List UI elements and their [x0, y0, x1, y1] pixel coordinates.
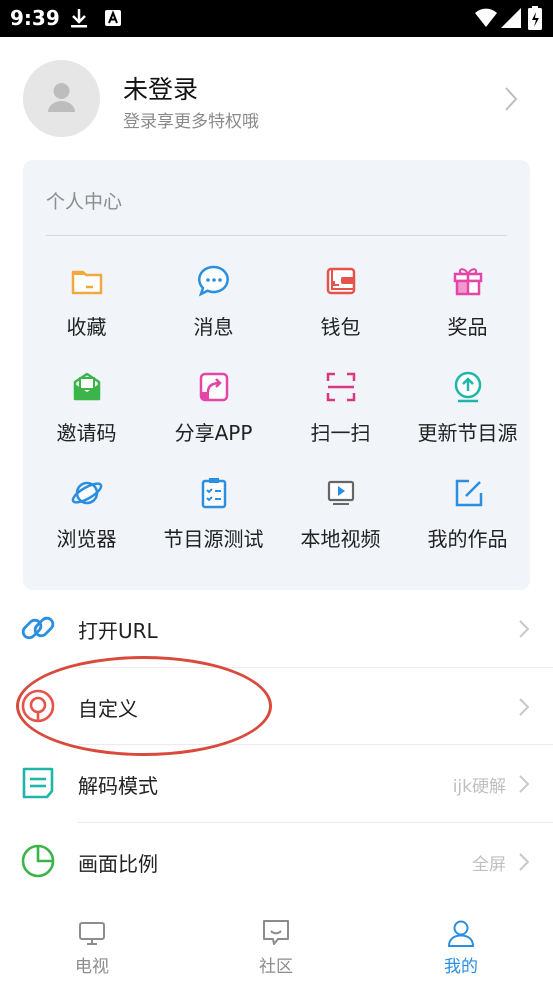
tv-icon [79, 922, 105, 945]
grid-item-share-app[interactable]: 分享APP [150, 370, 277, 470]
envelope-icon [73, 372, 101, 401]
aspect-ratio-row[interactable]: 画面比例 全屏 [0, 823, 553, 900]
profile-subtitle: 登录享更多特权哦 [123, 112, 259, 132]
grid-item-favorites[interactable]: 收藏 [23, 264, 150, 364]
notification-a-icon [105, 10, 121, 26]
grid-item-browser[interactable]: 浏览器 [23, 476, 150, 576]
folder-icon [71, 270, 103, 295]
wallet-icon [326, 267, 356, 295]
decode-mode-row[interactable]: 解码模式 ijk硬解 [0, 745, 553, 822]
avatar[interactable] [23, 60, 100, 137]
status-bar: 9:39 [0, 0, 553, 37]
user-placeholder-icon [48, 83, 75, 112]
grid-item-my-works[interactable]: 我的作品 [404, 476, 531, 576]
profile-name: 未登录 [123, 75, 199, 104]
grid-item-scan[interactable]: 扫一扫 [277, 370, 404, 470]
scan-icon [326, 372, 356, 402]
open-url-label: 打开URL [78, 619, 158, 643]
grid-item-messages[interactable]: 消息 [150, 264, 277, 364]
message-icon [198, 265, 229, 297]
highlight-annotation [16, 656, 272, 756]
battery-icon [528, 6, 542, 30]
aspect-ratio-value: 全屏 [472, 855, 506, 875]
tab-mine[interactable]: 我的 [401, 899, 521, 984]
share-icon [199, 372, 229, 402]
video-icon [327, 480, 355, 505]
aspect-ratio-label: 画面比例 [78, 852, 158, 876]
decode-icon [22, 767, 54, 799]
chevron-right-icon [519, 853, 529, 871]
gift-icon [453, 268, 483, 296]
bottom-tab-bar: 电视 社区 我的 [0, 899, 553, 984]
chevron-right-icon [519, 698, 529, 716]
personal-center-card: 个人中心 收藏 消息 钱包 奖品 邀请码 分享APP 扫一扫 更新节目源 浏览器… [23, 160, 530, 590]
grid-item-update-source[interactable]: 更新节目源 [404, 370, 531, 470]
grid-item-wallet[interactable]: 钱包 [277, 264, 404, 364]
download-icon [71, 9, 87, 28]
link-icon [21, 616, 55, 640]
user-icon [447, 920, 475, 947]
open-url-row[interactable]: 打开URL [0, 590, 553, 667]
planet-icon [71, 481, 103, 505]
profile-header[interactable]: 未登录 登录享更多特权哦 [0, 37, 553, 160]
grid-item-prizes[interactable]: 奖品 [404, 264, 531, 364]
grid-item-invite-code[interactable]: 邀请码 [23, 370, 150, 470]
status-time: 9:39 [10, 6, 60, 30]
wifi-icon [475, 8, 497, 27]
chevron-right-icon [519, 775, 529, 793]
card-divider [46, 235, 507, 236]
chevron-right-icon [505, 87, 518, 111]
grid-item-local-video[interactable]: 本地视频 [277, 476, 404, 576]
upload-icon [454, 371, 482, 403]
checklist-icon [201, 478, 227, 509]
decode-mode-label: 解码模式 [78, 774, 158, 798]
chat-icon [263, 920, 289, 945]
edit-icon [455, 479, 483, 507]
pie-chart-icon [21, 844, 55, 878]
signal-icon [501, 8, 521, 28]
chevron-right-icon [519, 620, 529, 638]
grid-item-source-test[interactable]: 节目源测试 [150, 476, 277, 576]
decode-mode-value: ijk硬解 [452, 777, 506, 797]
card-title: 个人中心 [46, 191, 123, 213]
tab-community[interactable]: 社区 [216, 899, 336, 984]
tab-tv[interactable]: 电视 [32, 899, 152, 984]
